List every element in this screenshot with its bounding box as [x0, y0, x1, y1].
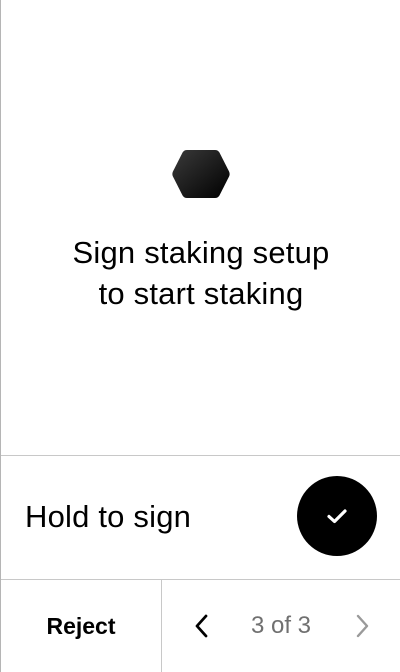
previous-page-button[interactable] — [184, 606, 220, 646]
footer-bar: Reject 3 of 3 — [1, 580, 400, 672]
page-indicator: 3 of 3 — [250, 612, 312, 639]
pagination: 3 of 3 — [162, 580, 400, 672]
title-line-1: Sign staking setup — [72, 235, 330, 270]
signing-screen: Sign staking setup to start staking Hold… — [0, 0, 400, 672]
title-line-2: to start staking — [98, 276, 304, 311]
hold-to-sign-label: Hold to sign — [25, 499, 192, 534]
sign-prompt: Sign staking setup to start staking — [1, 0, 400, 455]
hold-to-sign-button[interactable] — [297, 476, 377, 556]
page-title: Sign staking setup to start staking — [21, 232, 381, 314]
next-page-button[interactable] — [344, 606, 380, 646]
chevron-right-icon — [356, 614, 369, 638]
hold-to-sign-row[interactable]: Hold to sign — [1, 456, 400, 579]
chevron-left-icon — [195, 614, 208, 638]
reject-button[interactable]: Reject — [1, 580, 161, 672]
checkmark-icon — [327, 509, 347, 524]
hexagon-logo-icon — [172, 150, 230, 198]
